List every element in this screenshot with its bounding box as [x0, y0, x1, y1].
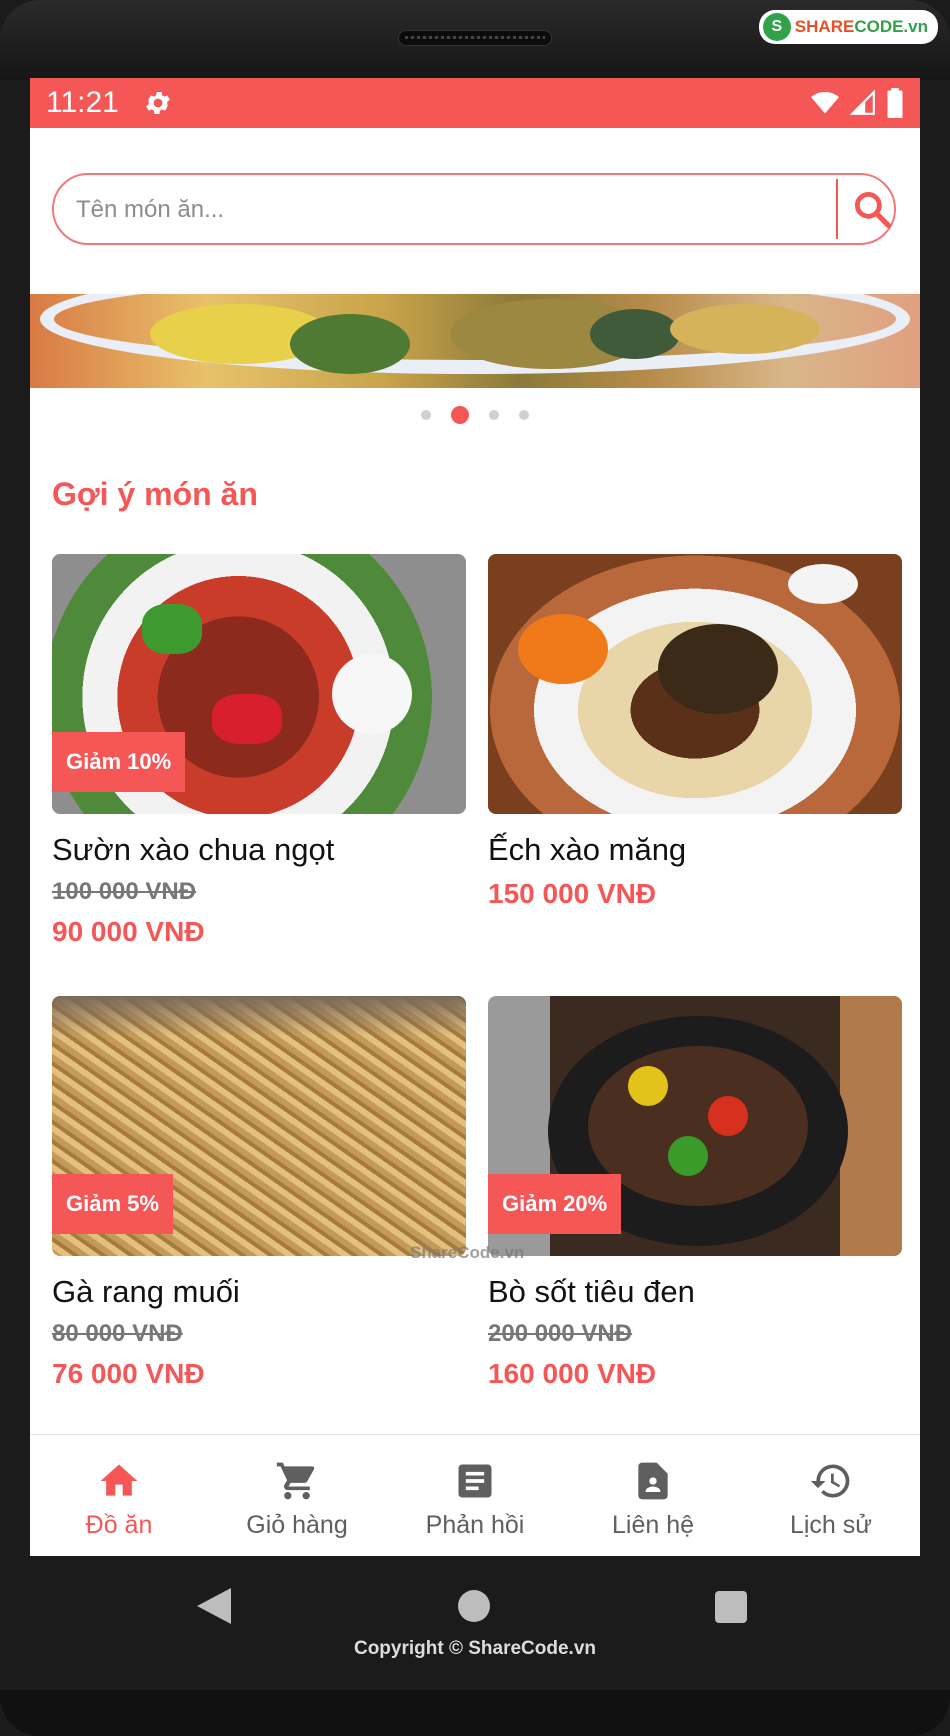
device-top-bezel: S SHARECODE.vn: [0, 0, 950, 80]
product-image[interactable]: [488, 554, 902, 814]
product-name: Bò sốt tiêu đen: [488, 1274, 695, 1309]
nav-label: Đồ ăn: [85, 1511, 153, 1539]
product-price: 90 000 VNĐ: [52, 916, 205, 947]
product-name: Sườn xào chua ngọt: [52, 832, 335, 867]
carousel-dot-active[interactable]: [451, 406, 469, 424]
search-divider: [836, 179, 838, 239]
nav-item-cart[interactable]: Giỏ hàng: [208, 1435, 386, 1556]
settings-icon: [145, 92, 170, 114]
nav-item-food[interactable]: Đồ ăn: [30, 1435, 208, 1556]
product-name: Gà rang muối: [52, 1274, 240, 1309]
contact-icon: [638, 1462, 668, 1500]
product-price: 76 000 VNĐ: [52, 1358, 205, 1389]
product-old-price: 200 000 VNĐ: [488, 1320, 633, 1347]
product-name: Ếch xào măng: [488, 832, 687, 867]
product-card[interactable]: Giảm 10% Sườn xào chua ngọt 100 000 VNĐ …: [52, 554, 466, 948]
home-icon: [100, 1464, 138, 1496]
cart-icon: [276, 1462, 315, 1500]
nav-item-feedback[interactable]: Phản hồi: [386, 1435, 564, 1556]
app-screen: 11:21 Gợi ý món ăn Giảm 10%: [30, 78, 920, 1556]
carousel-dot[interactable]: [519, 410, 529, 420]
nav-label: Lịch sử: [789, 1511, 873, 1539]
search-icon[interactable]: [850, 187, 894, 231]
speaker-grille: [398, 30, 552, 46]
status-time: 11:21: [46, 86, 119, 119]
back-icon[interactable]: [197, 1588, 231, 1624]
discount-badge: Giảm 5%: [52, 1174, 173, 1234]
product-old-price: 80 000 VNĐ: [52, 1320, 183, 1347]
carousel-dot[interactable]: [489, 410, 499, 420]
product-card[interactable]: Giảm 5% Gà rang muối 80 000 VNĐ 76 000 V…: [52, 996, 466, 1390]
search-bar: [52, 173, 896, 245]
battery-icon: [887, 88, 903, 118]
home-button[interactable]: [458, 1590, 490, 1622]
product-image[interactable]: Giảm 20%: [488, 996, 902, 1256]
nav-label: Liên hệ: [611, 1511, 695, 1539]
nav-label: Phản hồi: [425, 1511, 525, 1539]
sharecode-logo-icon: S: [762, 13, 791, 41]
product-price: 150 000 VNĐ: [488, 878, 657, 909]
nav-label: Giỏ hàng: [246, 1511, 348, 1539]
nav-item-history[interactable]: Lịch sử: [742, 1435, 920, 1556]
device-bottom-bezel: [0, 1690, 950, 1736]
signal-icon: [850, 89, 875, 115]
watermark-text: ShareCode.vn: [410, 1243, 525, 1262]
search-input[interactable]: [74, 189, 778, 231]
banner-carousel[interactable]: [30, 294, 920, 388]
product-price: 160 000 VNĐ: [488, 1358, 657, 1389]
product-card[interactable]: Ếch xào măng 150 000 VNĐ: [488, 554, 902, 910]
wifi-icon: [811, 91, 839, 114]
bottom-navigation: Đồ ăn Giỏ hàng Phản hồi Liên hệ Lịch sử: [30, 1434, 920, 1556]
product-image[interactable]: Giảm 10%: [52, 554, 466, 814]
discount-badge: Giảm 10%: [52, 732, 186, 792]
product-card[interactable]: Giảm 20% Bò sốt tiêu đen 200 000 VNĐ 160…: [488, 996, 902, 1390]
discount-badge: Giảm 20%: [488, 1174, 622, 1234]
feedback-icon: [458, 1464, 492, 1498]
history-icon: [810, 1464, 850, 1498]
carousel-dot[interactable]: [421, 410, 431, 420]
product-old-price: 100 000 VNĐ: [52, 878, 197, 905]
sharecode-logo: S SHARECODE.vn: [758, 10, 938, 44]
nav-item-contact[interactable]: Liên hệ: [564, 1435, 742, 1556]
status-bar: 11:21: [30, 78, 920, 128]
copyright-text: Copyright © ShareCode.vn: [353, 1638, 597, 1659]
carousel-indicator: [30, 406, 920, 424]
product-image[interactable]: Giảm 5%: [52, 996, 466, 1256]
recents-button[interactable]: [715, 1591, 747, 1623]
section-title: Gợi ý món ăn: [52, 476, 258, 512]
